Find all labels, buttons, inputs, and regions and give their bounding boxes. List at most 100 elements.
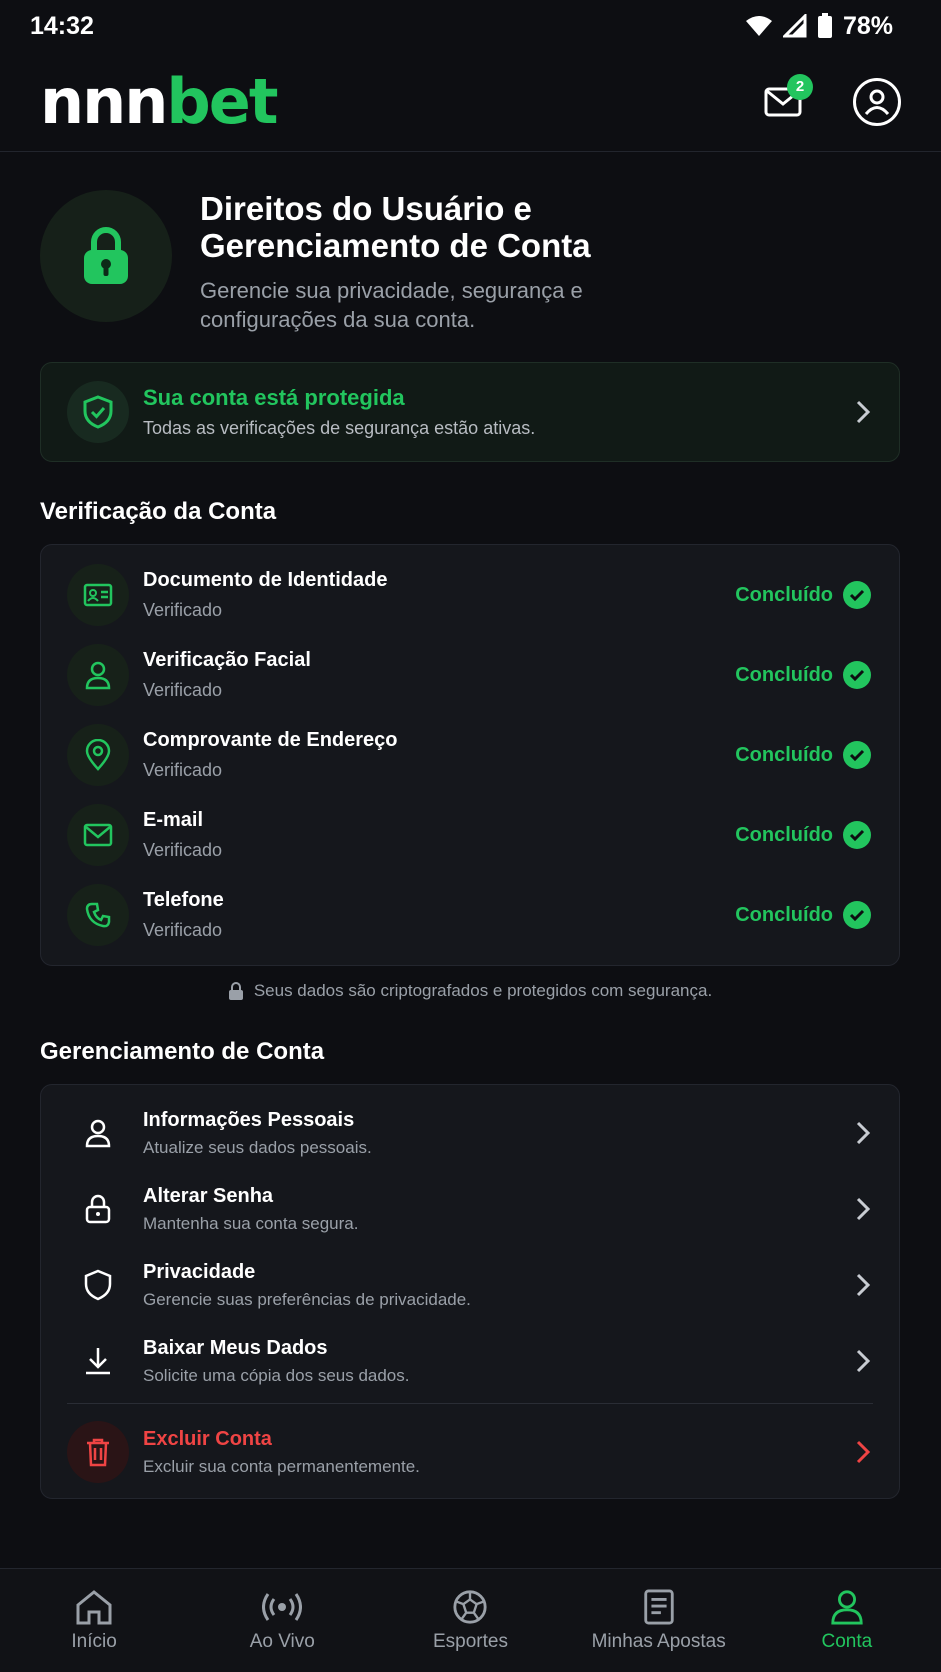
check-icon (843, 661, 871, 689)
signal-icon (782, 14, 807, 38)
ticket-icon (643, 1588, 674, 1625)
micon-wrap (67, 1254, 129, 1316)
verification-text: Comprovante de Endereço Verificado (143, 729, 735, 781)
nav-item-esportes[interactable]: Esportes (380, 1589, 560, 1653)
check-icon (843, 821, 871, 849)
verification-text: Telefone Verificado (143, 889, 735, 941)
verification-status: Verificado (143, 600, 223, 620)
vicon-wrap (67, 644, 129, 706)
map-pin-icon (85, 739, 111, 771)
mail-icon (83, 823, 113, 847)
verification-name: Verificação Facial (143, 649, 311, 671)
nav-item-conta[interactable]: Conta (757, 1589, 937, 1653)
verification-item-address[interactable]: Comprovante de Endereço Verificado Concl… (41, 715, 899, 795)
chevron-right-icon (856, 1440, 871, 1464)
verification-name: Telefone (143, 889, 224, 911)
verification-text: Documento de Identidade Verificado (143, 569, 735, 621)
management-text: Baixar Meus Dados Solicite uma cópia dos… (143, 1337, 855, 1386)
vicon-wrap (67, 724, 129, 786)
app-header: nnnbet 2 (0, 52, 941, 152)
nav-item-inicio[interactable]: Início (4, 1589, 184, 1653)
protect-icon-wrap (67, 381, 129, 443)
lock-icon (228, 982, 243, 1000)
logo-part-white: nnn (40, 64, 168, 138)
phone-icon (85, 902, 111, 928)
check-icon (843, 901, 871, 929)
nav-label: Ao Vivo (249, 1630, 315, 1652)
ball-icon (453, 1589, 488, 1624)
delete-account-name: Excluir Conta (143, 1427, 272, 1450)
hero-lock-badge (40, 190, 172, 322)
danger-icon-wrap (67, 1421, 129, 1483)
verification-result: Concluído (735, 581, 871, 609)
protect-text: Sua conta está protegida Todas as verifi… (143, 385, 855, 439)
verification-item-phone[interactable]: Telefone Verificado Concluído (41, 875, 899, 955)
management-sub: Atualize seus dados pessoais. (143, 1137, 372, 1157)
hero-text: Direitos do Usuário e Gerenciamento de C… (200, 190, 620, 334)
profile-button[interactable] (853, 77, 901, 126)
management-name: Baixar Meus Dados (143, 1336, 328, 1359)
status-icons: 78% (745, 12, 893, 41)
user-icon (85, 661, 111, 690)
shield-check-icon (83, 395, 113, 429)
trash-icon (87, 1438, 109, 1467)
verification-item-email[interactable]: E-mail Verificado Concluído (41, 795, 899, 875)
result-label: Concluído (735, 903, 833, 926)
nav-item-minhas-apostas[interactable]: Minhas Apostas (569, 1588, 749, 1653)
management-name: Alterar Senha (143, 1184, 274, 1207)
logo-part-green: bet (166, 64, 278, 138)
account-protected-banner[interactable]: Sua conta está protegida Todas as verifi… (40, 362, 900, 462)
page-title: Direitos do Usuário e Gerenciamento de C… (200, 190, 620, 264)
page-title-line2: Gerenciamento de Conta (200, 227, 591, 264)
verification-result: Concluído (735, 901, 871, 929)
lock-icon (84, 227, 128, 284)
check-icon (843, 741, 871, 769)
privacy-item[interactable]: Privacidade Gerencie suas preferências d… (41, 1247, 899, 1323)
micon-wrap (67, 1102, 129, 1164)
result-label: Concluído (735, 663, 833, 686)
verification-section-title: Verificação da Conta (40, 498, 277, 525)
verification-result: Concluído (735, 741, 871, 769)
delete-account-sub: Excluir sua conta permanentemente. (143, 1456, 420, 1476)
account-icon (831, 1589, 863, 1625)
vicon-wrap (67, 564, 129, 626)
verification-item-face[interactable]: Verificação Facial Verificado Concluído (41, 635, 899, 715)
verification-list: Documento de Identidade Verificado Concl… (40, 544, 900, 966)
management-sub: Mantenha sua conta segura. (143, 1213, 359, 1233)
management-sub: Solicite uma cópia dos seus dados. (143, 1365, 410, 1385)
encryption-note: Seus dados são criptografados e protegid… (40, 966, 900, 1016)
verification-status: Verificado (143, 920, 223, 940)
lock-icon (85, 1194, 111, 1224)
management-name: Privacidade (143, 1260, 256, 1283)
verification-item-id[interactable]: Documento de Identidade Verificado Concl… (41, 555, 899, 635)
brand-logo[interactable]: nnnbet (40, 70, 279, 133)
download-data-item[interactable]: Baixar Meus Dados Solicite uma cópia dos… (41, 1323, 899, 1399)
bottom-navigation: Início Ao Vivo Esportes Minhas Apostas C… (0, 1568, 941, 1672)
chevron-right-icon (856, 1197, 871, 1221)
home-icon (76, 1589, 112, 1624)
nav-item-ao-vivo[interactable]: Ao Vivo (192, 1589, 372, 1653)
nav-label: Minhas Apostas (591, 1630, 726, 1652)
page-subtitle: Gerencie sua privacidade, segurança e co… (200, 278, 583, 332)
micon-wrap (67, 1178, 129, 1240)
change-password-item[interactable]: Alterar Senha Mantenha sua conta segura. (41, 1171, 899, 1247)
verification-status: Verificado (143, 760, 223, 780)
personal-info-item[interactable]: Informações Pessoais Atualize seus dados… (41, 1095, 899, 1171)
management-section-title: Gerenciamento de Conta (40, 1038, 325, 1065)
delete-account-item[interactable]: Excluir Conta Excluir sua conta permanen… (41, 1412, 899, 1492)
messages-button[interactable]: 2 (757, 73, 813, 128)
id-card-icon (83, 583, 113, 607)
protect-title: Sua conta está protegida (143, 385, 405, 410)
verification-name: E-mail (143, 809, 204, 831)
wifi-icon (745, 16, 772, 36)
page-hero: Direitos do Usuário e Gerenciamento de C… (40, 152, 900, 362)
chevron-right-icon (856, 400, 871, 424)
protect-subtitle: Todas as verificações de segurança estão… (143, 418, 536, 438)
nav-label: Conta (821, 1630, 873, 1652)
chevron-right-icon (856, 1121, 871, 1145)
live-icon (262, 1592, 303, 1621)
main-content: Direitos do Usuário e Gerenciamento de C… (40, 152, 900, 1499)
verification-status: Verificado (143, 840, 223, 860)
user-icon (85, 1119, 111, 1148)
verification-result: Concluído (735, 661, 871, 689)
